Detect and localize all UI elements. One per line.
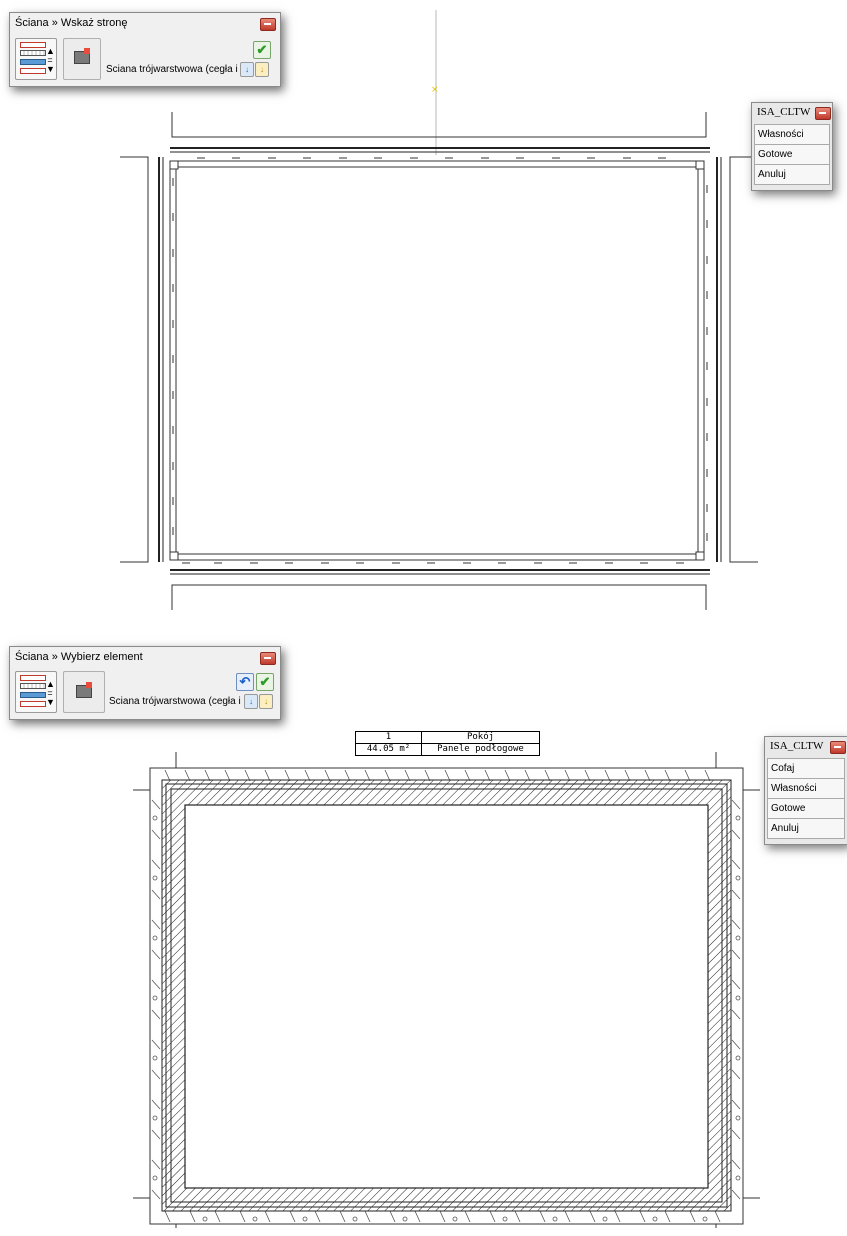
layer-order-arrows-icon[interactable]: ▲ = ▼ bbox=[46, 680, 55, 707]
menu-item-gotowe[interactable]: Gotowe bbox=[754, 145, 830, 165]
room-label-table[interactable]: 1 Pokój 44.05 m² Panele podłogowe bbox=[355, 731, 540, 756]
layer-order-arrows-icon[interactable]: ▲ = ▼ bbox=[46, 47, 55, 74]
wall-layers-icon[interactable]: ▲ = ▼ bbox=[15, 38, 57, 80]
previous-icon[interactable]: ↓ bbox=[244, 694, 258, 709]
svg-text:×: × bbox=[431, 85, 439, 95]
wall-type-selector[interactable]: Ściana trójwarstwowa (cegła i bet bbox=[109, 696, 241, 707]
undo-icon[interactable]: ↶ bbox=[236, 673, 254, 691]
menu-item-gotowe[interactable]: Gotowe bbox=[767, 799, 845, 819]
close-icon[interactable] bbox=[830, 741, 846, 754]
menu-item-wlasnosci[interactable]: Własności bbox=[767, 779, 845, 799]
panel-title: Ściana » Wskaż stronę bbox=[15, 17, 128, 29]
previous-icon[interactable]: ↓ bbox=[240, 62, 254, 77]
room-floor-finish: Panele podłogowe bbox=[437, 744, 524, 754]
room-number: 1 bbox=[385, 732, 392, 742]
wall-tool-panel-bottom[interactable]: Ściana » Wybierz element ▲ = ▼ ↶ ✔ Ściana … bbox=[9, 646, 281, 720]
close-icon[interactable] bbox=[815, 107, 831, 120]
menu-title: ISA_CLTW bbox=[770, 740, 824, 752]
room-area: 44.05 m² bbox=[366, 744, 411, 754]
close-icon[interactable] bbox=[260, 652, 276, 665]
cad-drawing-canvas[interactable]: × bbox=[0, 0, 847, 1236]
wall-tool-panel-top[interactable]: Ściana » Wskaż stronę ▲ = ▼ ✔ Ściana trójw… bbox=[9, 12, 281, 87]
context-menu-bottom[interactable]: ISA_CLTW Cofaj Własności Gotowe Anuluj bbox=[764, 736, 847, 845]
checkmark-icon[interactable]: ✔ bbox=[256, 673, 274, 691]
context-menu-top[interactable]: ISA_CLTW Własności Gotowe Anuluj bbox=[751, 102, 833, 191]
close-icon[interactable] bbox=[260, 18, 276, 31]
properties-icon[interactable] bbox=[63, 38, 101, 80]
next-icon[interactable]: ↓ bbox=[255, 62, 269, 77]
wall-layers-icon[interactable]: ▲ = ▼ bbox=[15, 671, 57, 713]
menu-item-anuluj[interactable]: Anuluj bbox=[754, 165, 830, 185]
menu-item-anuluj[interactable]: Anuluj bbox=[767, 819, 845, 839]
wall-type-selector[interactable]: Ściana trójwarstwowa (cegła i bet bbox=[106, 64, 238, 75]
properties-icon[interactable] bbox=[63, 671, 105, 713]
checkmark-icon[interactable]: ✔ bbox=[253, 41, 271, 59]
menu-item-cofaj[interactable]: Cofaj bbox=[767, 758, 845, 779]
room-name: Pokój bbox=[466, 732, 495, 742]
menu-title: ISA_CLTW bbox=[757, 106, 811, 118]
top-wall-drawing: × bbox=[120, 10, 758, 610]
menu-item-wlasnosci[interactable]: Własności bbox=[754, 124, 830, 145]
next-icon[interactable]: ↓ bbox=[259, 694, 273, 709]
panel-title: Ściana » Wybierz element bbox=[15, 651, 143, 663]
bottom-wall-drawing bbox=[133, 752, 760, 1228]
